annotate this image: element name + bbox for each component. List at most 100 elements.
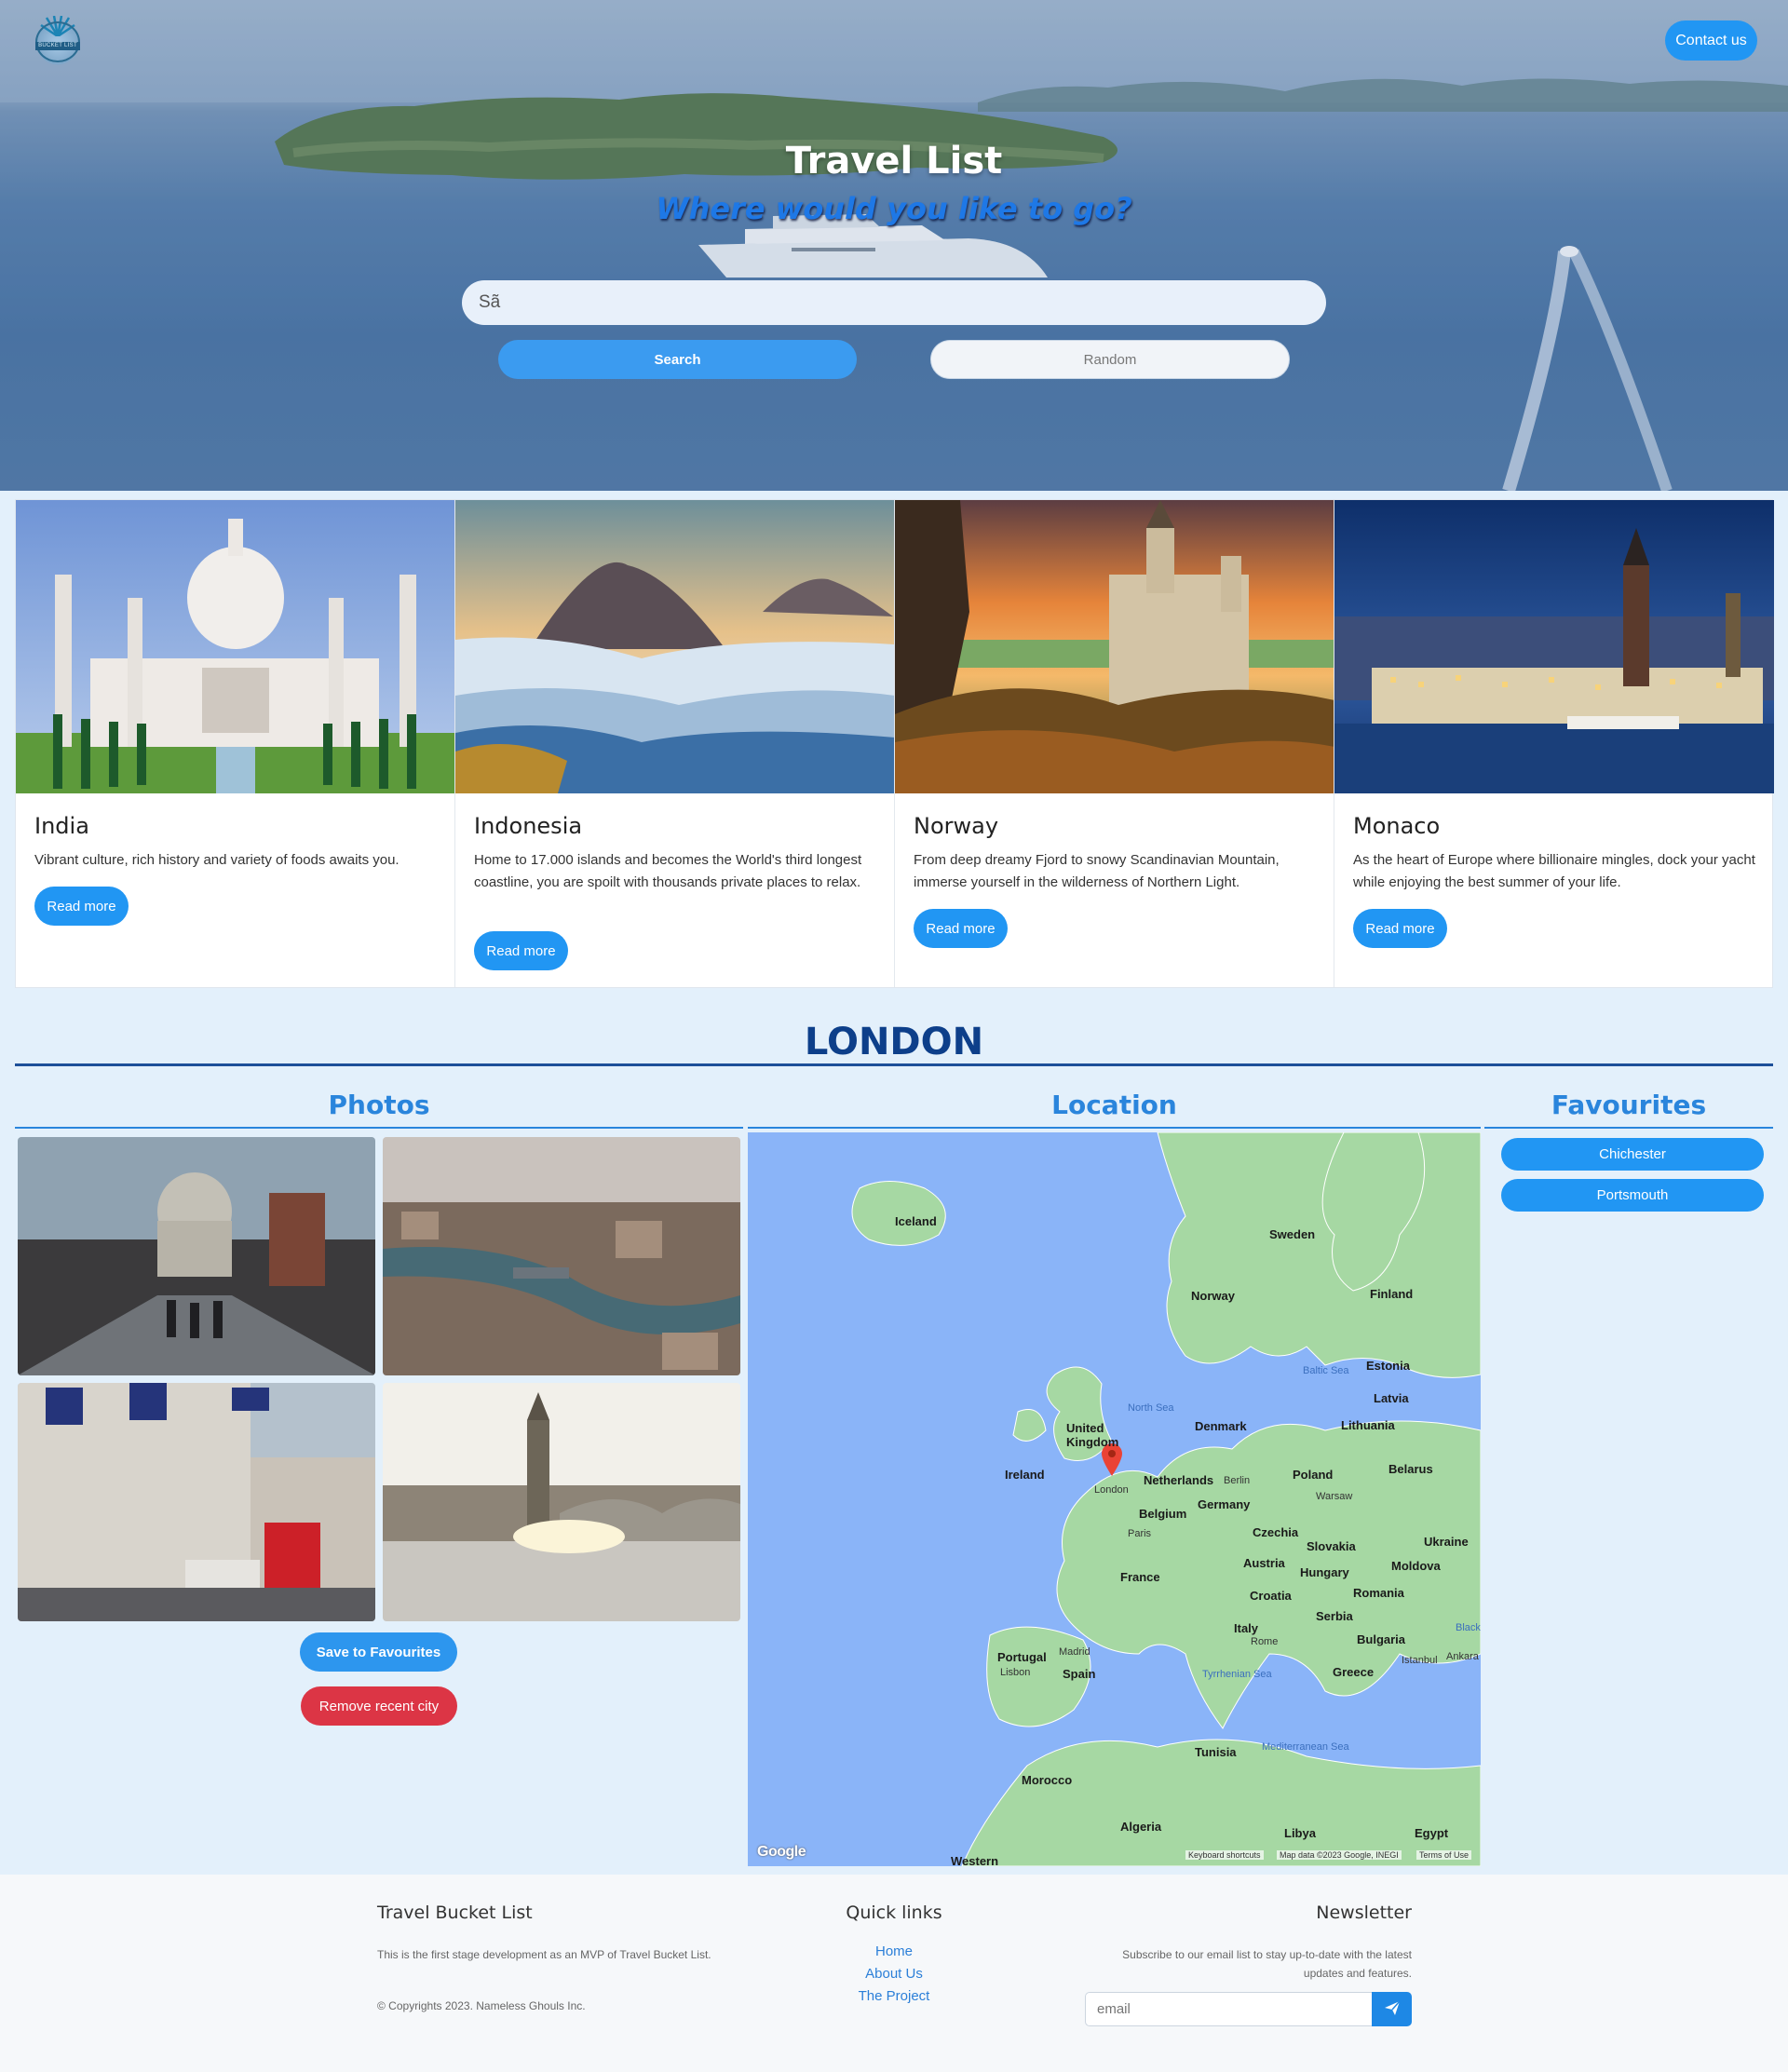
map-label-united-kingdom: United Kingdom <box>1066 1421 1119 1449</box>
map-label-finland: Finland <box>1370 1287 1414 1301</box>
map-label-libya: Libya <box>1284 1826 1316 1840</box>
map-label-romania: Romania <box>1353 1586 1404 1600</box>
hero-overlay <box>0 0 1788 491</box>
map-label-moldova: Moldova <box>1391 1559 1441 1573</box>
london-photo-st-pauls <box>18 1137 375 1375</box>
map-label-poland: Poland <box>1293 1468 1334 1482</box>
map-label-estonia: Estonia <box>1366 1359 1410 1373</box>
location-map[interactable]: Iceland Sweden Norway Finland Estonia La… <box>748 1132 1481 1866</box>
remove-recent-city-button[interactable]: Remove recent city <box>301 1686 457 1726</box>
map-label-hungary: Hungary <box>1300 1565 1349 1579</box>
hero-subtitle: Where would you like to go? <box>656 191 1132 226</box>
map-terms-link[interactable]: Terms of Use <box>1416 1850 1472 1860</box>
favourite-item[interactable]: Portsmouth <box>1501 1179 1764 1212</box>
footer-newsletter-title: Newsletter <box>1316 1903 1412 1923</box>
map-sea-mediterranean: Mediterranean Sea <box>1262 1741 1349 1753</box>
map-label-norway: Norway <box>1191 1289 1235 1303</box>
photos-divider <box>15 1127 743 1129</box>
map-label-iceland: Iceland <box>895 1214 937 1228</box>
newsletter-submit-button[interactable] <box>1372 1992 1412 2026</box>
read-more-button[interactable]: Read more <box>1353 909 1447 948</box>
map-label-morocco: Morocco <box>1022 1773 1073 1787</box>
card-title: India <box>34 813 89 839</box>
search-button[interactable]: Search <box>498 340 857 379</box>
map-label-czechia: Czechia <box>1253 1525 1299 1539</box>
castle-image <box>895 500 1334 793</box>
favourites-heading: Favourites <box>1551 1090 1707 1120</box>
map-label-lithuania: Lithuania <box>1341 1418 1395 1432</box>
map-label-london: London <box>1094 1484 1129 1496</box>
contact-button[interactable]: Contact us <box>1665 20 1757 61</box>
map-label-belgium: Belgium <box>1139 1507 1187 1521</box>
footer-about-title: Travel Bucket List <box>377 1903 533 1923</box>
footer-link-project[interactable]: The Project <box>801 1988 987 2004</box>
map-label-ireland: Ireland <box>1005 1468 1045 1482</box>
card-text: Home to 17.000 islands and becomes the W… <box>474 852 862 890</box>
footer-link-home[interactable]: Home <box>801 1943 987 1959</box>
footer-copyright: © Copyrights 2023. Nameless Ghouls Inc. <box>377 1999 586 2012</box>
footer-link-about[interactable]: About Us <box>801 1966 987 1982</box>
map-label-sweden: Sweden <box>1269 1227 1316 1241</box>
map-label-serbia: Serbia <box>1316 1609 1353 1623</box>
favourite-item[interactable]: Chichester <box>1501 1138 1764 1171</box>
card-title: Norway <box>914 813 999 839</box>
map-label-netherlands: Netherlands <box>1144 1473 1214 1487</box>
destination-cards: India Vibrant culture, rich history and … <box>15 499 1774 988</box>
taj-mahal-image <box>16 500 454 793</box>
paper-plane-icon <box>1384 2000 1401 2015</box>
read-more-button[interactable]: Read more <box>474 931 568 970</box>
map-label-germany: Germany <box>1198 1497 1251 1511</box>
newsletter-email-input[interactable] <box>1085 1992 1372 2026</box>
page-title: Travel List <box>785 140 1003 183</box>
map-label-slovakia: Slovakia <box>1307 1539 1356 1553</box>
map-sea-tyrrhenian: Tyrrhenian Sea <box>1202 1669 1272 1680</box>
logo-text: BUCKET LIST <box>35 42 80 50</box>
map-label-istanbul: Istanbul <box>1402 1655 1438 1666</box>
map-label-italy: Italy <box>1234 1621 1259 1635</box>
card-text: From deep dreamy Fjord to snowy Scandina… <box>914 852 1280 890</box>
map-label-paris: Paris <box>1128 1528 1152 1539</box>
card-title: Indonesia <box>474 813 583 839</box>
volcano-image <box>455 500 894 793</box>
location-heading: Location <box>1051 1090 1177 1120</box>
footer-links-title: Quick links <box>846 1903 942 1923</box>
footer-about-text: This is the first stage development as a… <box>377 1948 711 1961</box>
map-label-madrid: Madrid <box>1059 1646 1090 1658</box>
map-sea-north: North Sea <box>1128 1402 1174 1414</box>
hero-banner: BUCKET LIST Contact us Travel List Where… <box>0 0 1788 491</box>
card-text: As the heart of Europe where billionaire… <box>1353 852 1755 890</box>
map-keyboard-shortcuts[interactable]: Keyboard shortcuts <box>1185 1850 1264 1860</box>
random-button[interactable]: Random <box>930 340 1290 379</box>
destination-card-indonesia: Indonesia Home to 17.000 islands and bec… <box>455 500 895 987</box>
map-land <box>851 1132 1481 1866</box>
site-logo[interactable]: BUCKET LIST <box>32 16 84 66</box>
map-sea-black: Black <box>1456 1622 1481 1633</box>
map-label-rome: Rome <box>1251 1636 1279 1647</box>
destination-card-india: India Vibrant culture, rich history and … <box>16 500 455 987</box>
map-sea-baltic: Baltic Sea <box>1303 1365 1349 1376</box>
map-label-ukraine: Ukraine <box>1424 1535 1469 1549</box>
map-label-western: Western <box>951 1854 999 1866</box>
map-label-bulgaria: Bulgaria <box>1357 1632 1406 1646</box>
save-to-favourites-button[interactable]: Save to Favourites <box>300 1632 457 1672</box>
london-photo-thames-aerial <box>383 1137 740 1375</box>
read-more-button[interactable]: Read more <box>914 909 1008 948</box>
map-label-belarus: Belarus <box>1388 1462 1433 1476</box>
map-label-ankara: Ankara <box>1446 1651 1479 1662</box>
map-label-greece: Greece <box>1333 1665 1375 1679</box>
destination-card-norway: Norway From deep dreamy Fjord to snowy S… <box>895 500 1334 987</box>
google-logo: Google <box>757 1844 806 1860</box>
footer-newsletter-text: Subscribe to our email list to stay up-t… <box>1122 1948 1412 1980</box>
map-label-portugal: Portugal <box>997 1650 1047 1664</box>
map-label-egypt: Egypt <box>1415 1826 1449 1840</box>
map-label-lisbon: Lisbon <box>1000 1667 1031 1678</box>
card-title: Monaco <box>1353 813 1441 839</box>
read-more-button[interactable]: Read more <box>34 887 129 926</box>
map-label-france: France <box>1120 1570 1160 1584</box>
map-label-austria: Austria <box>1243 1556 1285 1570</box>
site-footer: Travel Bucket List This is the first sta… <box>0 1875 1788 2072</box>
london-photo-regent-street <box>18 1383 375 1621</box>
city-night-image <box>1334 500 1774 793</box>
favourites-divider <box>1484 1127 1773 1129</box>
search-input[interactable] <box>462 280 1326 325</box>
